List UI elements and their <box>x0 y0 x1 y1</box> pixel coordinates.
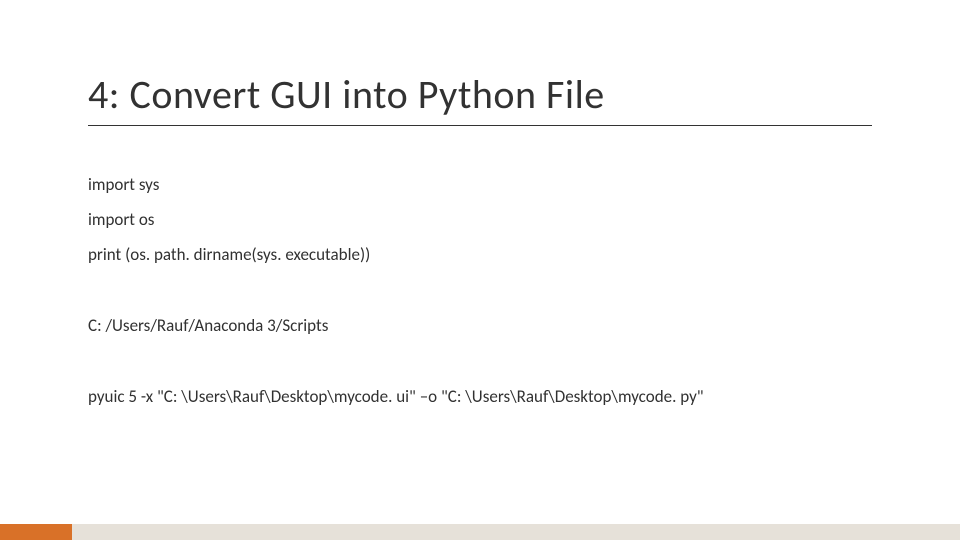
slide-container: 4: Convert GUI into Python File import s… <box>0 0 960 540</box>
code-line-5: pyuic 5 -x "C: \Users\Rauf\Desktop\mycod… <box>88 386 872 407</box>
title-underline <box>88 125 872 126</box>
code-line-4: C: /Users/Rauf/Anaconda 3/Scripts <box>88 315 872 336</box>
spacer-2 <box>88 350 872 386</box>
footer-bar <box>0 524 960 540</box>
spacer-1 <box>88 279 872 315</box>
footer-accent <box>0 524 72 540</box>
slide-title: 4: Convert GUI into Python File <box>88 70 872 119</box>
code-line-3: print (os. path. dirname(sys. executable… <box>88 244 872 265</box>
code-line-2: import os <box>88 209 872 230</box>
code-line-1: import sys <box>88 174 872 195</box>
